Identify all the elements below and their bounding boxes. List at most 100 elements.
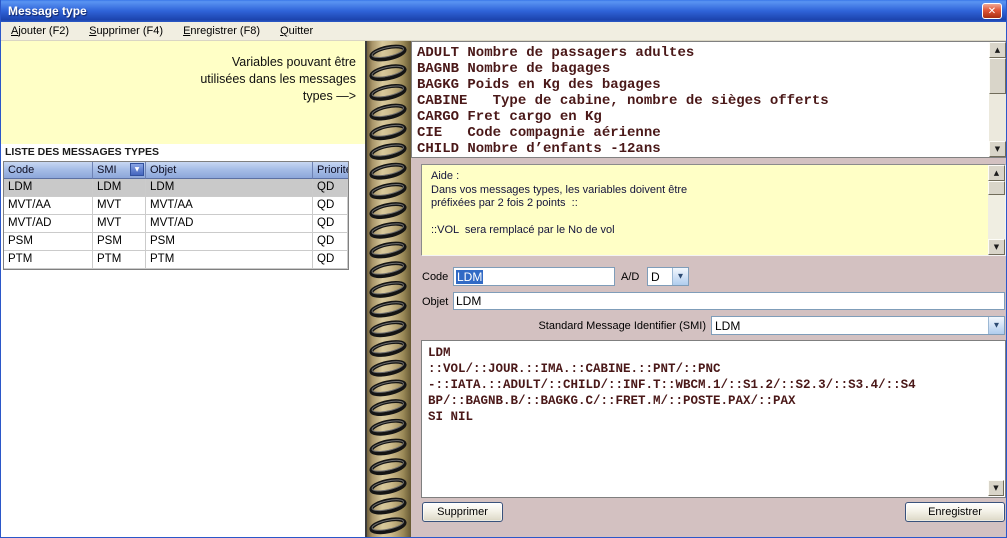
cell-priorite: QD bbox=[313, 179, 348, 197]
list-item[interactable]: CIE Code compagnie aérienne bbox=[417, 125, 987, 141]
menu-item-quitter[interactable]: Quitter bbox=[270, 23, 323, 39]
app-window: Message type ✕ Ajouter (F2) Supprimer (F… bbox=[0, 0, 1007, 538]
list-item[interactable]: BAGKG Poids en Kg des bagages bbox=[417, 77, 987, 93]
code-value-selected: LDM bbox=[456, 270, 483, 284]
scroll-thumb[interactable] bbox=[989, 58, 1006, 94]
grid-header-objet[interactable]: Objet bbox=[146, 162, 313, 179]
scroll-thumb[interactable] bbox=[988, 181, 1005, 195]
cell-code: MVT/AA bbox=[4, 197, 93, 215]
smi-dropdown-button[interactable]: ▼ bbox=[988, 317, 1004, 334]
table-row[interactable]: MVT/AA MVT MVT/AA QD bbox=[4, 197, 348, 215]
table-row[interactable]: MVT/AD MVT MVT/AD QD bbox=[4, 215, 348, 233]
title-bar[interactable]: Message type ✕ bbox=[1, 0, 1006, 22]
enregistrer-button[interactable]: Enregistrer bbox=[905, 502, 1005, 522]
ad-label: A/D bbox=[621, 271, 639, 283]
arrow-up-icon: ▲ bbox=[995, 47, 1000, 54]
list-item[interactable]: ADULT Nombre de passagers adultes bbox=[417, 45, 987, 61]
scroll-down-button[interactable]: ▼ bbox=[989, 141, 1006, 157]
help-line: ::VOL sera remplacé par le No de vol bbox=[431, 224, 985, 238]
scroll-up-button[interactable]: ▲ bbox=[989, 42, 1006, 58]
list-item[interactable]: CARGO Fret cargo en Kg bbox=[417, 109, 987, 125]
cell-objet: LDM bbox=[146, 179, 313, 197]
messages-grid: Code SMI ▼ Objet Priorité LDM LDM LDM QD… bbox=[3, 161, 349, 270]
message-line: ::VOL/::JOUR.::IMA.::CABINE.::PNT/::PNC bbox=[428, 361, 985, 377]
smi-combobox[interactable]: LDM ▼ bbox=[711, 316, 1005, 335]
help-scrollbar[interactable]: ▲ ▼ bbox=[988, 165, 1005, 255]
close-button[interactable]: ✕ bbox=[982, 3, 1002, 19]
message-line: SI NIL bbox=[428, 409, 985, 425]
cell-priorite: QD bbox=[313, 215, 348, 233]
grid-header-row: Code SMI ▼ Objet Priorité bbox=[4, 162, 348, 179]
code-label: Code bbox=[422, 271, 448, 283]
cell-priorite: QD bbox=[313, 197, 348, 215]
smi-filter-button[interactable]: ▼ bbox=[130, 163, 144, 176]
message-text: LDM ::VOL/::JOUR.::IMA.::CABINE.::PNT/::… bbox=[428, 345, 985, 494]
message-editor[interactable]: LDM ::VOL/::JOUR.::IMA.::CABINE.::PNT/::… bbox=[421, 340, 1006, 498]
table-row[interactable]: PTM PTM PTM QD bbox=[4, 251, 348, 269]
arrow-down-icon: ▼ bbox=[994, 244, 999, 251]
arrow-down-icon: ▼ bbox=[993, 485, 998, 492]
chevron-down-icon: ▼ bbox=[678, 273, 683, 280]
message-line: -::IATA.::ADULT/::CHILD/::INF.T::WBCM.1/… bbox=[428, 377, 985, 393]
objet-label: Objet bbox=[422, 296, 448, 308]
supprimer-button[interactable]: Supprimer bbox=[422, 502, 503, 522]
menu-item-enregistrer[interactable]: Enregistrer (F8) bbox=[173, 23, 270, 39]
cell-smi: PTM bbox=[93, 251, 146, 269]
list-item[interactable]: BAGNB Nombre de bagages bbox=[417, 61, 987, 77]
help-line: Aide : bbox=[431, 170, 985, 184]
grid-header-smi[interactable]: SMI ▼ bbox=[93, 162, 146, 179]
scroll-down-button[interactable]: ▼ bbox=[988, 239, 1005, 255]
ad-combobox[interactable]: D ▼ bbox=[647, 267, 689, 286]
cell-smi: MVT bbox=[93, 215, 146, 233]
cell-smi: MVT bbox=[93, 197, 146, 215]
cell-objet: PSM bbox=[146, 233, 313, 251]
help-line: préfixées par 2 fois 2 points :: bbox=[431, 197, 985, 211]
cell-objet: MVT/AA bbox=[146, 197, 313, 215]
window-title: Message type bbox=[1, 4, 87, 18]
message-line: BP/::BAGNB.B/::BAGKG.C/::FRET.M/::POSTE.… bbox=[428, 393, 985, 409]
table-row[interactable]: LDM LDM LDM QD bbox=[4, 179, 348, 197]
smi-label: Standard Message Identifier (SMI) bbox=[401, 320, 706, 332]
objet-value: LDM bbox=[456, 294, 481, 308]
grid-header-code[interactable]: Code bbox=[4, 162, 93, 179]
spiral-binding bbox=[367, 41, 411, 537]
ad-dropdown-button[interactable]: ▼ bbox=[672, 268, 688, 285]
help-text: Aide : Dans vos messages types, les vari… bbox=[431, 170, 985, 252]
chevron-down-icon: ▼ bbox=[135, 167, 140, 173]
menu-bar: Ajouter (F2) Supprimer (F4) Enregistrer … bbox=[1, 22, 1006, 41]
scroll-up-button[interactable]: ▲ bbox=[988, 165, 1005, 181]
variables-lines: ADULT Nombre de passagers adultes BAGNB … bbox=[417, 45, 987, 155]
help-line: Dans vos messages types, les variables d… bbox=[431, 184, 985, 198]
close-icon: ✕ bbox=[988, 6, 996, 17]
chevron-down-icon: ▼ bbox=[994, 322, 999, 329]
list-item[interactable]: CABINE Type de cabine, nombre de sièges … bbox=[417, 93, 987, 109]
cell-objet: PTM bbox=[146, 251, 313, 269]
cell-code: PSM bbox=[4, 233, 93, 251]
code-input[interactable]: LDM bbox=[453, 267, 615, 286]
smi-value: LDM bbox=[712, 317, 988, 334]
variables-scrollbar[interactable]: ▲ ▼ bbox=[989, 42, 1006, 157]
cell-objet: MVT/AD bbox=[146, 215, 313, 233]
cell-code: LDM bbox=[4, 179, 93, 197]
cell-priorite: QD bbox=[313, 251, 348, 269]
message-line: LDM bbox=[428, 345, 985, 361]
help-line bbox=[431, 211, 985, 225]
objet-input[interactable]: LDM bbox=[453, 292, 1005, 310]
cell-smi: LDM bbox=[93, 179, 146, 197]
grid-header-priorite[interactable]: Priorité bbox=[313, 162, 348, 179]
banner-line: types —> bbox=[1, 88, 356, 105]
scroll-down-button[interactable]: ▼ bbox=[988, 480, 1004, 496]
list-item[interactable]: CHILD Nombre d’enfants -12ans bbox=[417, 141, 987, 155]
variables-listbox: ADULT Nombre de passagers adultes BAGNB … bbox=[411, 41, 1007, 158]
arrow-down-icon: ▼ bbox=[995, 146, 1000, 153]
variables-banner: Variables pouvant être utilisées dans le… bbox=[1, 41, 365, 144]
arrow-up-icon: ▲ bbox=[994, 170, 999, 177]
banner-line: Variables pouvant être bbox=[1, 54, 356, 71]
list-title: LISTE DES MESSAGES TYPES bbox=[5, 146, 159, 158]
banner-line: utilisées dans les messages bbox=[1, 71, 356, 88]
cell-code: PTM bbox=[4, 251, 93, 269]
menu-item-ajouter[interactable]: Ajouter (F2) bbox=[1, 23, 79, 39]
cell-smi: PSM bbox=[93, 233, 146, 251]
table-row[interactable]: PSM PSM PSM QD bbox=[4, 233, 348, 251]
menu-item-supprimer[interactable]: Supprimer (F4) bbox=[79, 23, 173, 39]
